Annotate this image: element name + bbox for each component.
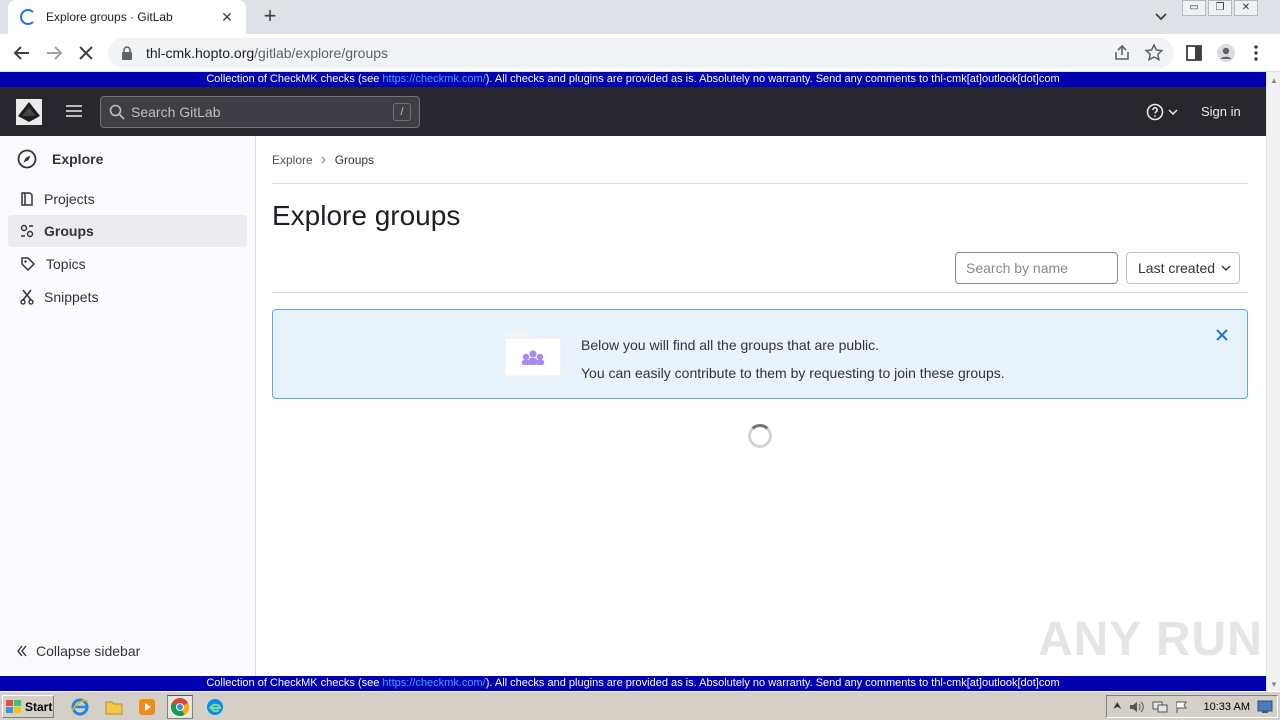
alert-text-line-2: You can easily contribute to them by req…: [581, 365, 1005, 381]
help-dropdown[interactable]: [1146, 103, 1178, 121]
system-banner-top: Collection of CheckMK checks (see https:…: [0, 72, 1266, 87]
chrome-icon: [171, 698, 189, 716]
compass-icon: [17, 149, 37, 169]
chevron-down-icon: [1221, 265, 1231, 271]
sidebar-item-label: Groups: [44, 223, 94, 239]
sidebar: Explore Projects Groups Topics Snippets …: [0, 136, 256, 676]
media-player-icon[interactable]: [137, 697, 157, 717]
lock-icon[interactable]: [120, 45, 134, 61]
minimize-button[interactable]: ▭: [1182, 0, 1206, 16]
back-arrow-icon[interactable]: [11, 42, 33, 64]
tray-expand-icon[interactable]: ⮝: [1113, 701, 1122, 712]
kebab-menu-icon[interactable]: [1246, 43, 1266, 63]
sidebar-item-label: Projects: [44, 191, 95, 207]
start-button[interactable]: Start: [2, 695, 54, 718]
url-text: thl-cmk.hopto.org/gitlab/explore/groups: [146, 45, 389, 61]
snippet-icon: [20, 289, 34, 305]
taskbar-clock[interactable]: 10:33 AM: [1204, 701, 1250, 713]
sign-in-link[interactable]: Sign in: [1201, 104, 1241, 119]
share-icon[interactable]: [1112, 43, 1132, 63]
sidebar-item-label: Topics: [46, 256, 86, 272]
anyrun-watermark: ANY RUN: [1038, 613, 1263, 666]
flag-icon[interactable]: [1175, 700, 1189, 714]
internet-explorer-icon[interactable]: [70, 697, 90, 717]
project-icon: [21, 192, 33, 206]
alert-text-line-1: Below you will find all the groups that …: [581, 337, 880, 353]
system-tray: ⮝ 10:33 AM: [1106, 695, 1278, 718]
question-circle-icon: [1146, 103, 1164, 121]
bookmark-star-icon[interactable]: [1144, 43, 1164, 63]
restore-button[interactable]: ❐: [1208, 0, 1232, 16]
gitlab-header: / Sign in: [0, 87, 1266, 136]
info-alert: Below you will find all the groups that …: [272, 309, 1248, 399]
tab-close-icon[interactable]: ✕: [218, 9, 236, 26]
edge-icon[interactable]: [205, 697, 225, 717]
group-icon: [20, 224, 34, 238]
address-bar[interactable]: thl-cmk.hopto.org/gitlab/explore/groups: [108, 38, 1174, 68]
side-panel-icon[interactable]: [1184, 43, 1204, 63]
chevron-double-left-icon: [17, 645, 27, 657]
loading-spinner: [748, 424, 772, 448]
groups-folder-illustration-icon: [504, 332, 562, 377]
scroll-up-arrow-icon[interactable]: ▲: [1270, 76, 1278, 85]
new-tab-button[interactable]: +: [258, 5, 282, 27]
system-banner-bottom: Collection of CheckMK checks (see https:…: [0, 676, 1266, 691]
browser-toolbar: thl-cmk.hopto.org/gitlab/explore/groups: [0, 34, 1280, 72]
breadcrumb-separator-icon: [321, 156, 326, 164]
browser-tab-bar: Explore groups · GitLab ✕ + ▭ ❐ ✕: [0, 0, 1280, 34]
banner-link[interactable]: https://checkmk.com/: [382, 677, 485, 689]
show-desktop-icon[interactable]: [1257, 700, 1273, 714]
search-icon: [109, 104, 125, 120]
sidebar-item-topics[interactable]: Topics: [8, 248, 247, 280]
close-window-button[interactable]: ✕: [1234, 0, 1258, 16]
sort-dropdown[interactable]: Last created: [1126, 252, 1240, 284]
chrome-taskbar-button[interactable]: [167, 695, 193, 719]
browser-tab[interactable]: Explore groups · GitLab ✕: [8, 0, 246, 34]
scroll-down-arrow-icon[interactable]: ▼: [1270, 680, 1278, 689]
profile-avatar-icon[interactable]: [1216, 43, 1236, 63]
filter-by-name-input[interactable]: [955, 252, 1118, 284]
gitlab-logo-icon[interactable]: [16, 99, 42, 125]
forward-arrow-icon[interactable]: [43, 42, 65, 64]
windows-taskbar: Start ⮝ 10:33 AM: [0, 691, 1280, 720]
label-icon: [21, 257, 36, 272]
main-content: Explore Groups Explore groups Last creat…: [272, 136, 1248, 676]
file-explorer-icon[interactable]: [104, 697, 124, 717]
filter-divider: [272, 292, 1248, 293]
chevron-down-icon: [1168, 109, 1178, 116]
collapse-sidebar-button[interactable]: Collapse sidebar: [16, 643, 140, 659]
volume-icon[interactable]: [1129, 700, 1145, 714]
gitlab-search-box[interactable]: /: [100, 96, 420, 128]
sidebar-item-snippets[interactable]: Snippets: [8, 281, 247, 313]
sidebar-item-groups[interactable]: Groups: [8, 215, 247, 247]
network-icon[interactable]: [1152, 700, 1168, 714]
loading-spinner-icon: [20, 9, 36, 25]
tab-search-chevron-icon[interactable]: [1153, 8, 1169, 24]
search-input[interactable]: [131, 104, 381, 120]
sidebar-context-label: Explore: [52, 151, 104, 167]
breadcrumb: Explore Groups: [272, 153, 374, 167]
page-scrollbar[interactable]: ▲ ▼: [1266, 72, 1280, 691]
window-controls: ▭ ❐ ✕: [1182, 0, 1258, 16]
sidebar-context-header[interactable]: Explore: [16, 148, 103, 170]
banner-link[interactable]: https://checkmk.com/: [382, 73, 485, 85]
breadcrumb-divider: [272, 183, 1248, 184]
hamburger-menu-icon[interactable]: [64, 101, 84, 121]
breadcrumb-groups[interactable]: Groups: [335, 153, 374, 167]
sidebar-item-label: Snippets: [44, 289, 99, 305]
search-shortcut-hint: /: [393, 103, 411, 121]
stop-loading-icon[interactable]: [75, 42, 97, 64]
sort-dropdown-label: Last created: [1138, 260, 1216, 276]
windows-logo-icon: [6, 699, 21, 713]
page-title: Explore groups: [272, 200, 461, 231]
close-icon[interactable]: [1214, 327, 1230, 343]
tab-title: Explore groups · GitLab: [46, 10, 173, 24]
sidebar-item-projects[interactable]: Projects: [8, 183, 247, 215]
breadcrumb-explore[interactable]: Explore: [272, 153, 313, 167]
